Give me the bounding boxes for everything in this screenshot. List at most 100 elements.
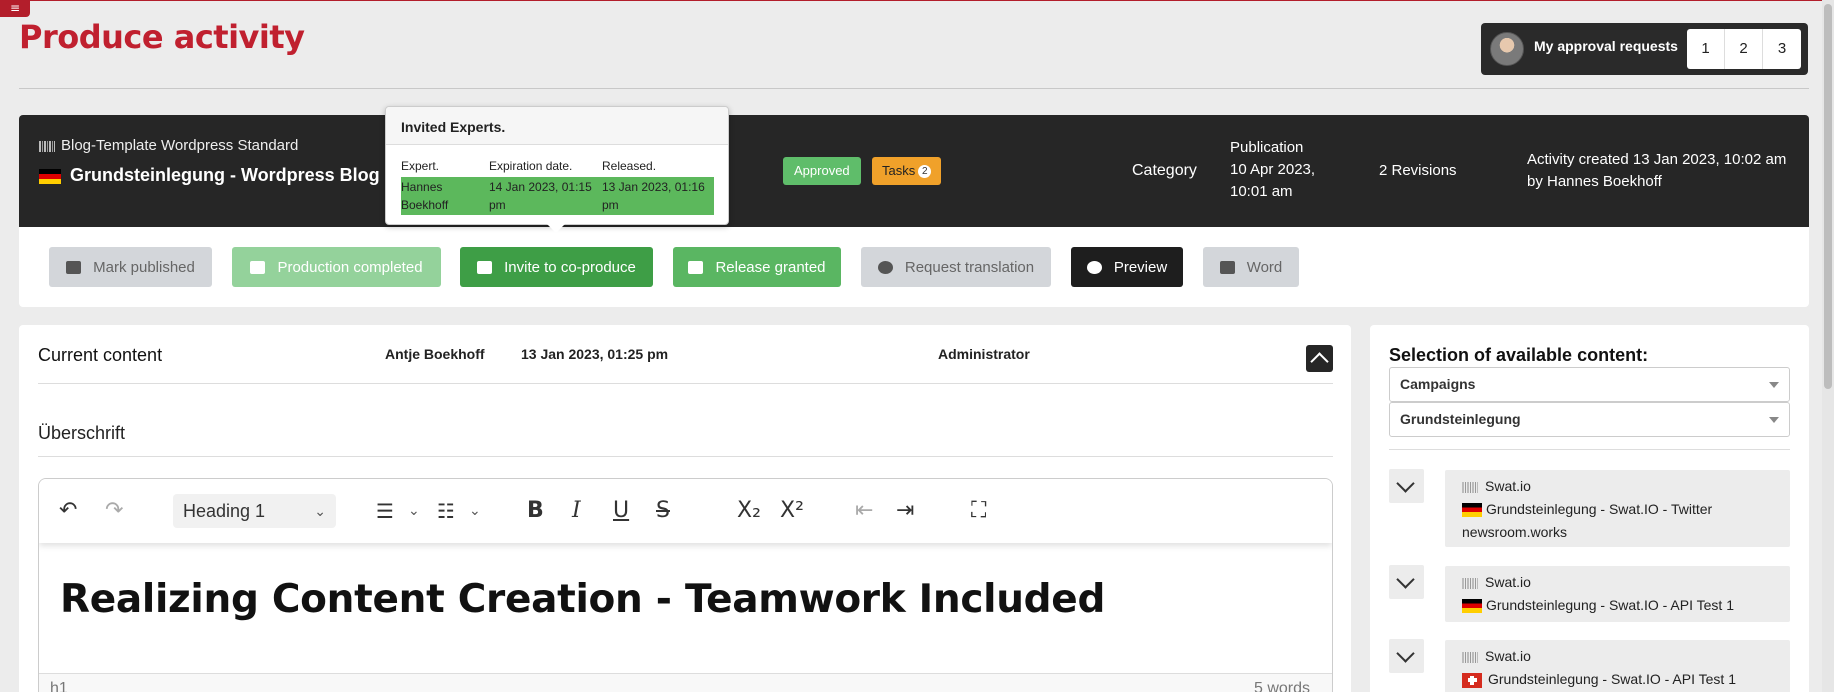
activity-header: Blog-Template Wordpress Standard Grundst…: [19, 115, 1809, 227]
barcode-icon: [1462, 577, 1478, 589]
available-content-title: Selection of available content:: [1389, 345, 1649, 365]
rich-text-editor: ↶ ↷ Heading 1 ⌄ ☰ ⌄ ☷ ⌄ B I U S X₂ X² ⇤ ⇥…: [38, 478, 1333, 692]
item-source: Swat.io: [1462, 645, 1773, 668]
underline-icon[interactable]: U: [613, 498, 629, 524]
editor-content[interactable]: Realizing Content Creation - Teamwork In…: [39, 543, 1332, 673]
available-content-panel: Selection of available content: Campaign…: [1370, 325, 1809, 692]
strikethrough-icon[interactable]: S: [656, 498, 670, 524]
content-role: Administrator: [938, 346, 1030, 362]
lock-icon: [250, 260, 266, 274]
approval-requests-label[interactable]: My approval requests: [1534, 38, 1678, 54]
editor-toolbar: ↶ ↷ Heading 1 ⌄ ☰ ⌄ ☷ ⌄ B I U S X₂ X² ⇤ ⇥…: [39, 479, 1332, 543]
section-title: Überschrift: [38, 423, 126, 443]
subscript-icon[interactable]: X₂: [737, 498, 761, 524]
expand-item-button[interactable]: [1389, 469, 1424, 503]
italic-icon[interactable]: I: [572, 498, 581, 524]
activity-title-text: Grundsteinlegung - Wordpress Blog P: [70, 165, 397, 185]
publication-time: 10:01 am: [1230, 183, 1293, 200]
german-flag-icon: [1462, 599, 1482, 614]
request-translation-button[interactable]: Request translation: [861, 247, 1051, 287]
mark-published-button[interactable]: Mark published: [49, 247, 212, 287]
block-format-select[interactable]: Heading 1 ⌄: [173, 494, 336, 528]
popover-title: Invited Experts.: [386, 107, 728, 145]
numbered-list-icon[interactable]: ☷: [437, 498, 455, 524]
request-translation-label: Request translation: [904, 258, 1035, 276]
list-item[interactable]: Swat.io Grundsteinlegung - Swat.IO - Twi…: [1445, 470, 1790, 547]
activity-created-info: Activity created 13 Jan 2023, 10:02 am b…: [1527, 149, 1786, 193]
tasks-badge[interactable]: Tasks 2: [872, 157, 942, 185]
chevron-down-icon[interactable]: ⌄: [408, 498, 420, 524]
invite-to-co-produce-button[interactable]: Invite to co-produce: [460, 247, 653, 287]
thumbs-up-icon: [688, 260, 704, 274]
superscript-icon[interactable]: X²: [780, 498, 804, 524]
popover-arrow: [547, 224, 565, 233]
invite-label: Invite to co-produce: [504, 258, 636, 276]
invited-experts-popover: Invited Experts. Expert. Expiration date…: [385, 106, 729, 233]
chevron-down-icon[interactable]: ⌄: [469, 498, 481, 524]
publication-info: Publication 10 Apr 2023, 10:01 am: [1230, 137, 1315, 203]
status-badge-approved: Approved: [783, 157, 861, 185]
undo-icon[interactable]: ↶: [59, 498, 77, 524]
editor-heading[interactable]: Realizing Content Creation - Teamwork In…: [60, 577, 1105, 622]
template-label: Blog-Template Wordpress Standard: [61, 137, 299, 154]
scrollbar-thumb[interactable]: [1824, 4, 1832, 389]
top-accent-line: [0, 0, 1834, 1]
word-label: Word: [1246, 258, 1283, 276]
fullscreen-icon[interactable]: ⛶: [971, 498, 986, 524]
approval-pagination: 1 2 3: [1687, 29, 1801, 69]
redo-icon[interactable]: ↷: [105, 498, 123, 524]
collapse-button[interactable]: [1306, 345, 1333, 372]
item-title-text: Grundsteinlegung - Swat.IO - API Test 1: [1486, 597, 1734, 613]
approval-page-2[interactable]: 2: [1725, 29, 1763, 69]
swiss-flag-icon: [1462, 672, 1482, 688]
handshake-icon: [477, 260, 493, 274]
globe-icon: [877, 260, 893, 274]
expand-item-button[interactable]: [1389, 639, 1424, 673]
list-item[interactable]: Swat.io Grundsteinlegung - Swat.IO - API…: [1445, 640, 1790, 692]
revisions-count[interactable]: 2 Revisions: [1379, 162, 1457, 179]
item-title-text: Grundsteinlegung - Swat.IO - API Test 1: [1488, 671, 1736, 687]
production-completed-label: Production completed: [277, 258, 423, 276]
col-expert: Expert.: [401, 159, 440, 173]
menu-button[interactable]: ≡: [0, 0, 30, 17]
item-title: Grundsteinlegung - Swat.IO - API Test 1: [1462, 668, 1773, 691]
tasks-count: 2: [918, 165, 932, 178]
approval-page-1[interactable]: 1: [1687, 29, 1725, 69]
bullet-list-icon[interactable]: ☰: [376, 498, 394, 524]
content-date: 13 Jan 2023, 01:25 pm: [521, 346, 669, 362]
table-row[interactable]: Hannes Boekhoff 14 Jan 2023, 01:15 pm 13…: [401, 177, 714, 215]
word-export-button[interactable]: Word: [1203, 247, 1299, 287]
divider: [19, 88, 1809, 89]
filter-type-select[interactable]: Campaigns: [1389, 367, 1790, 402]
german-flag-icon: [39, 168, 61, 184]
content-author: Antje Boekhoff: [385, 346, 485, 362]
mark-published-label: Mark published: [93, 258, 195, 276]
divider: [38, 383, 1333, 384]
expert-name: Hannes Boekhoff: [401, 180, 449, 212]
category-label: Category: [1132, 162, 1197, 179]
release-granted-button[interactable]: Release granted: [673, 247, 841, 287]
avatar[interactable]: [1490, 32, 1524, 66]
german-flag-icon: [1462, 503, 1482, 518]
expand-item-button[interactable]: [1389, 565, 1424, 599]
page-title: Produce activity: [19, 18, 305, 56]
item-source-label: Swat.io: [1485, 648, 1531, 664]
approval-page-3[interactable]: 3: [1763, 29, 1801, 69]
eye-icon: [1086, 260, 1102, 274]
outdent-icon[interactable]: ⇤: [855, 498, 873, 524]
created-by: by Hannes Boekhoff: [1527, 173, 1662, 190]
filter-campaign-select[interactable]: Grundsteinlegung: [1389, 402, 1790, 437]
indent-icon[interactable]: ⇥: [896, 498, 914, 524]
created-date: Activity created 13 Jan 2023, 10:02 am: [1527, 151, 1787, 168]
preview-button[interactable]: Preview: [1071, 247, 1183, 287]
element-path[interactable]: h1: [50, 680, 68, 692]
page-scrollbar[interactable]: [1822, 0, 1834, 692]
activity-title: Grundsteinlegung - Wordpress Blog P: [39, 165, 419, 186]
list-item[interactable]: Swat.io Grundsteinlegung - Swat.IO - API…: [1445, 566, 1790, 622]
item-source: Swat.io: [1462, 475, 1773, 498]
bold-icon[interactable]: B: [527, 498, 544, 524]
item-source-label: Swat.io: [1485, 574, 1531, 590]
production-completed-button[interactable]: Production completed: [232, 247, 441, 287]
item-source-label: Swat.io: [1485, 478, 1531, 494]
editor-statusbar: h1 5 words: [39, 673, 1332, 692]
